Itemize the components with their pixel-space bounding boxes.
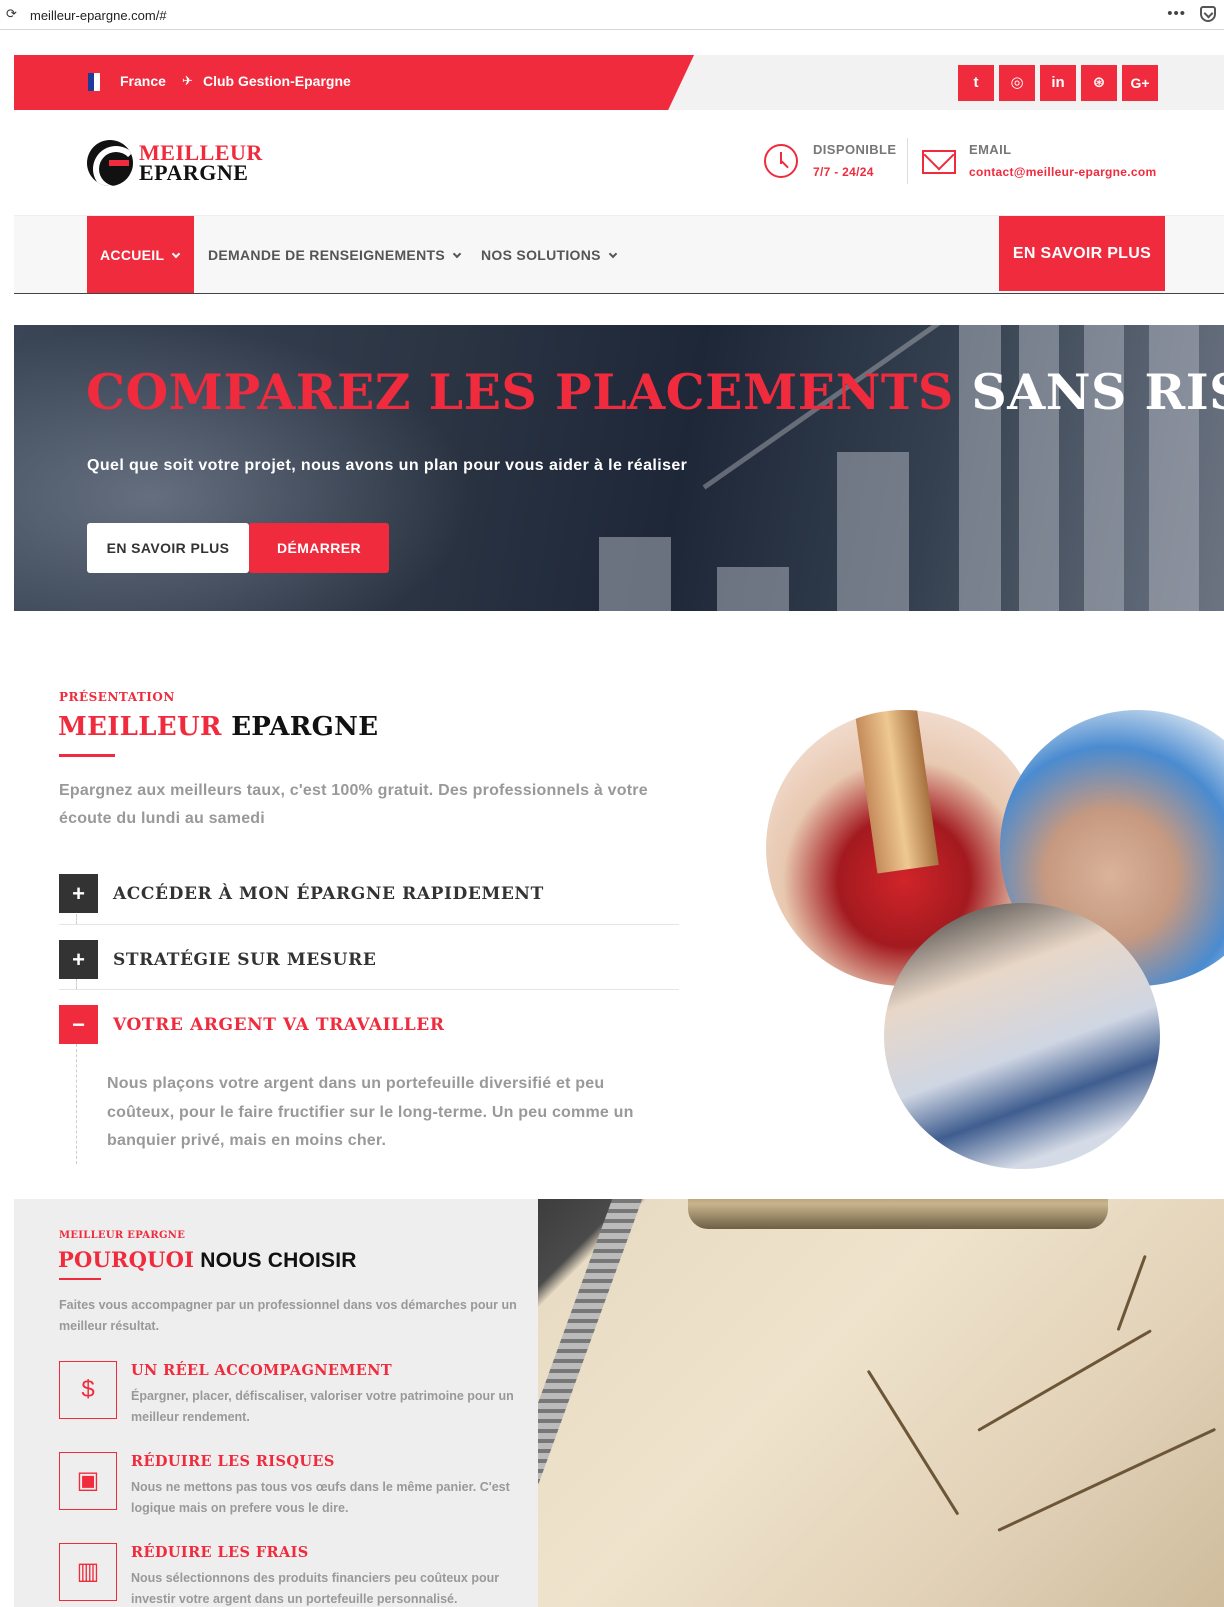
hero-subtitle: Quel que soit votre projet, nous avons u… <box>87 457 688 474</box>
nav-cta-button[interactable]: EN SAVOIR PLUS <box>999 216 1165 291</box>
sketch-line <box>1116 1254 1147 1332</box>
page-actions-icon[interactable]: ••• <box>1167 5 1186 22</box>
nav-item-accueil[interactable]: ACCUEIL <box>100 247 181 263</box>
nav-item-label: DEMANDE DE RENSEIGNEMENTS <box>208 247 445 263</box>
nav-item-renseignements[interactable]: DEMANDE DE RENSEIGNEMENTS <box>208 247 462 263</box>
availability-value: 7/7 - 24/24 <box>813 165 874 179</box>
accordion-divider <box>59 924 679 925</box>
clock-icon <box>764 144 798 178</box>
twitter-icon[interactable]: t <box>958 65 994 101</box>
accordion-title-active[interactable]: VOTRE ARGENT VA TRAVAILLER <box>113 1015 445 1035</box>
plus-icon[interactable]: + <box>59 940 98 979</box>
hero-learn-more-button[interactable]: EN SAVOIR PLUS <box>87 523 249 573</box>
accordion-title[interactable]: ACCÉDER À MON ÉPARGNE RAPIDEMENT <box>113 884 544 904</box>
instagram-icon[interactable]: ◎ <box>999 65 1035 101</box>
presentation-kicker: PRÉSENTATION <box>59 690 175 704</box>
banknote-shape <box>855 710 939 874</box>
linkedin-icon[interactable]: in <box>1040 65 1076 101</box>
google-plus-icon[interactable]: G+ <box>1122 65 1158 101</box>
title-underline <box>59 754 115 757</box>
sketch-line <box>866 1369 960 1516</box>
coins-stack <box>688 1199 1108 1229</box>
chevron-down-icon <box>608 249 618 259</box>
why-title-dark: NOUS CHOISIR <box>200 1249 357 1272</box>
envelope-icon <box>922 150 956 174</box>
nav-item-label: ACCUEIL <box>100 247 165 263</box>
availability-label: DISPONIBLE <box>813 142 897 157</box>
minus-icon[interactable]: − <box>59 1005 98 1044</box>
why-title-red: POURQUOI <box>58 1247 195 1272</box>
hero-chart-bar <box>837 452 909 611</box>
feature-text: Nous sélectionnons des produits financie… <box>131 1571 500 1606</box>
feature-title: UN RÉEL ACCOMPAGNEMENT <box>131 1362 393 1379</box>
presentation-description: Epargnez aux meilleurs taux, c'est 100% … <box>59 782 648 827</box>
why-title: POURQUOI NOUS CHOISIR <box>58 1247 357 1273</box>
email-link[interactable]: contact@meilleur-epargne.com <box>969 165 1156 179</box>
club-link[interactable]: Club Gestion-Epargne <box>203 73 351 89</box>
reload-icon[interactable]: ⟳ <box>6 6 17 22</box>
pocket-icon[interactable] <box>1200 6 1216 22</box>
logo-text-bottom: EPARGNE <box>139 160 249 185</box>
currency-exchange-icon: $ <box>59 1361 117 1419</box>
presentation-title: MEILLEUR EPARGNE <box>58 712 378 742</box>
top-bar-accent <box>14 55 694 110</box>
presentation-title-dark: EPARGNE <box>231 712 379 742</box>
notebook-spiral <box>538 1199 643 1607</box>
feature-title: RÉDUIRE LES FRAIS <box>131 1544 309 1561</box>
nav-item-solutions[interactable]: NOS SOLUTIONS <box>481 247 618 263</box>
dribbble-icon[interactable]: ⊛ <box>1081 65 1117 101</box>
feature-text: Nous ne mettons pas tous vos œufs dans l… <box>131 1480 510 1515</box>
hero-start-button[interactable]: DÉMARRER <box>249 523 389 573</box>
why-description: Faites vous accompagner par un professio… <box>59 1298 517 1333</box>
feature-title: RÉDUIRE LES RISQUES <box>131 1453 335 1470</box>
chevron-down-icon <box>452 249 462 259</box>
header-divider <box>907 138 908 184</box>
paper-plane-icon: ✈ <box>182 73 193 88</box>
logo-mark-icon <box>87 140 133 186</box>
accordion-title[interactable]: STRATÉGIE SUR MESURE <box>113 950 376 970</box>
accordion-divider <box>59 989 679 990</box>
binders-image <box>884 903 1160 1169</box>
sketch-line <box>977 1329 1152 1432</box>
hero-title-red: COMPAREZ LES PLACEMENTS <box>86 363 954 421</box>
hero-title: COMPAREZ LES PLACEMENTS SANS RISQUES <box>86 363 1224 421</box>
hero-banner: COMPAREZ LES PLACEMENTS SANS RISQUES Que… <box>14 325 1224 611</box>
sketch-line <box>997 1427 1217 1532</box>
accordion-guide-line <box>76 979 77 989</box>
why-kicker: MEILLEUR EPARGNE <box>59 1230 186 1241</box>
monitor-settings-icon: ▣ <box>59 1452 117 1510</box>
chevron-down-icon <box>172 249 181 259</box>
feature-text: Épargner, placer, défiscaliser, valorise… <box>131 1389 514 1424</box>
browser-address-bar[interactable]: ⟳ meilleur-epargne.com/# ••• <box>0 0 1224 30</box>
title-underline <box>59 1278 101 1280</box>
hero-chart-bar <box>717 567 789 611</box>
site-logo[interactable]: MEILLEUR EPARGNE <box>87 138 267 188</box>
accordion-guide-line <box>76 1044 77 1164</box>
hero-title-white: SANS RISQUES <box>971 363 1224 421</box>
france-flag-icon <box>88 73 106 91</box>
nav-item-label: NOS SOLUTIONS <box>481 247 601 263</box>
hero-chart-bar <box>599 537 671 611</box>
chart-coins-icon: ▥ <box>59 1543 117 1601</box>
accordion-body: Nous plaçons votre argent dans un portef… <box>107 1075 634 1149</box>
url-text[interactable]: meilleur-epargne.com/# <box>30 8 167 23</box>
accordion-guide-line <box>76 914 77 924</box>
notebook-chart-image <box>538 1199 1224 1607</box>
presentation-title-red: MEILLEUR <box>58 712 222 742</box>
email-label: EMAIL <box>969 142 1012 157</box>
country-link[interactable]: France <box>120 73 166 89</box>
plus-icon[interactable]: + <box>59 874 98 913</box>
